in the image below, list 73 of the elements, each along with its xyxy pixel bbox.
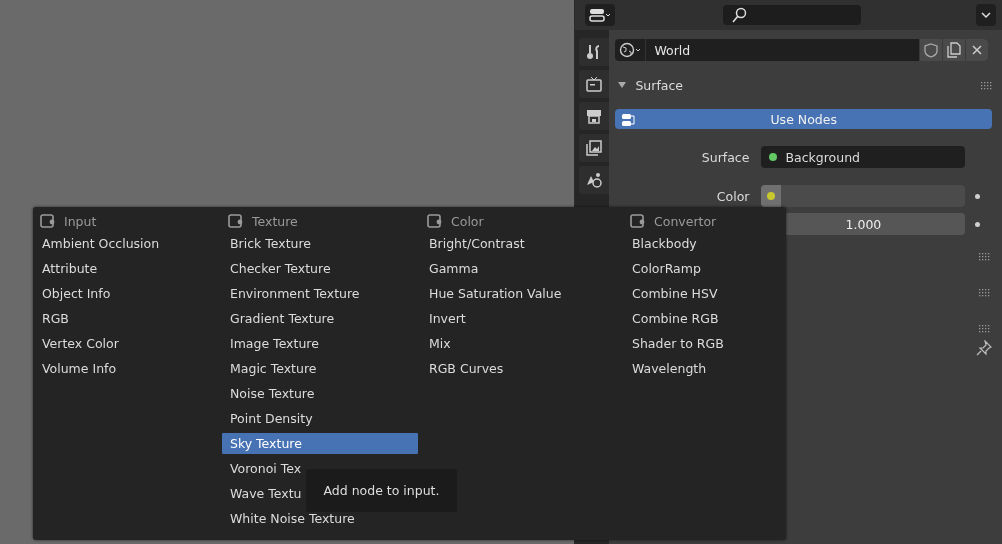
- property-label: Surface: [700, 149, 751, 165]
- menu-item[interactable]: Shader to RGB: [624, 333, 784, 354]
- menu-heading: Texture: [252, 213, 298, 229]
- menu-item[interactable]: Blackbody: [624, 233, 784, 254]
- menu-item[interactable]: RGB: [34, 308, 222, 329]
- node-category-icon: [630, 213, 646, 229]
- menu-item[interactable]: Point Density: [222, 408, 418, 429]
- render-tab[interactable]: [579, 70, 610, 98]
- menu-heading: Input: [64, 213, 97, 229]
- node-category-icon: [427, 213, 443, 229]
- search-icon: [731, 7, 748, 23]
- menu-item[interactable]: Object Info: [34, 283, 222, 304]
- shader-field[interactable]: Background: [761, 146, 966, 168]
- chevron-icon: [980, 9, 992, 21]
- duplicate-button[interactable]: [942, 39, 965, 61]
- image-stack-icon: [585, 139, 604, 157]
- menu-item[interactable]: Wavelength: [624, 358, 784, 379]
- menu-item[interactable]: Mix: [421, 333, 624, 354]
- printer-icon: [585, 107, 604, 125]
- menu-item[interactable]: Environment Texture: [222, 283, 418, 304]
- shapes-icon: [585, 171, 604, 189]
- menu-item[interactable]: Volume Info: [34, 358, 222, 379]
- keyframe-dot[interactable]: [975, 221, 981, 227]
- editor-type-button[interactable]: [585, 4, 616, 26]
- menu-item[interactable]: Invert: [421, 308, 624, 329]
- menu-item[interactable]: Noise Texture: [222, 383, 418, 404]
- camera-back-icon: [585, 75, 604, 93]
- tool-tab[interactable]: [579, 38, 610, 66]
- menu-item[interactable]: RGB Curves: [421, 358, 624, 379]
- menu-item[interactable]: Sky Texture: [222, 433, 418, 454]
- menu-item[interactable]: Image Texture: [222, 333, 418, 354]
- property-label: Color: [715, 188, 751, 204]
- use-nodes-button[interactable]: Use Nodes: [615, 109, 992, 129]
- keyframe-dot[interactable]: [975, 193, 981, 199]
- close-button[interactable]: [965, 39, 988, 61]
- scene-tab[interactable]: [579, 166, 610, 194]
- drag-handle-icon: [979, 325, 990, 333]
- search-field[interactable]: [723, 5, 862, 25]
- menu-item[interactable]: Gamma: [421, 258, 624, 279]
- menu-item[interactable]: ColorRamp: [624, 258, 784, 279]
- view-layer-tab[interactable]: [579, 134, 610, 162]
- panel-title[interactable]: Surface: [635, 77, 684, 93]
- tooltip: Add node to input.: [306, 469, 457, 512]
- globe-icon: [619, 42, 642, 58]
- fake-user-button[interactable]: [919, 39, 942, 61]
- node-tree-icon: [621, 112, 637, 127]
- options-dropdown[interactable]: [976, 4, 996, 26]
- menu-item[interactable]: Checker Texture: [222, 258, 418, 279]
- menu-item[interactable]: Gradient Texture: [222, 308, 418, 329]
- menu-item[interactable]: Hue Saturation Value: [421, 283, 624, 304]
- output-tab[interactable]: [579, 102, 610, 130]
- editor-type-icon: [589, 6, 612, 24]
- menu-item[interactable]: Magic Texture: [222, 358, 418, 379]
- color-field[interactable]: [761, 185, 966, 207]
- disclosure-triangle-icon: [617, 79, 628, 90]
- menu-item[interactable]: Attribute: [34, 258, 222, 279]
- node-category-icon: [40, 213, 56, 229]
- drag-handle-icon: [979, 253, 990, 261]
- menu-heading: Color: [451, 213, 484, 229]
- drag-handle-icon: [979, 289, 990, 297]
- menu-heading: Convertor: [654, 213, 717, 229]
- menu-item[interactable]: Ambient Occlusion: [34, 233, 222, 254]
- menu-item[interactable]: Combine HSV: [624, 283, 784, 304]
- menu-item[interactable]: Vertex Color: [34, 333, 222, 354]
- pin-icon: [976, 340, 992, 356]
- close-icon: [971, 44, 983, 56]
- node-category-icon: [228, 213, 244, 229]
- copy-icon: [947, 42, 961, 58]
- menu-item[interactable]: Bright/Contrast: [421, 233, 624, 254]
- shield-icon: [924, 42, 938, 58]
- drag-handle-icon: [981, 81, 992, 90]
- menu-item[interactable]: Combine RGB: [624, 308, 784, 329]
- menu-item[interactable]: Brick Texture: [222, 233, 418, 254]
